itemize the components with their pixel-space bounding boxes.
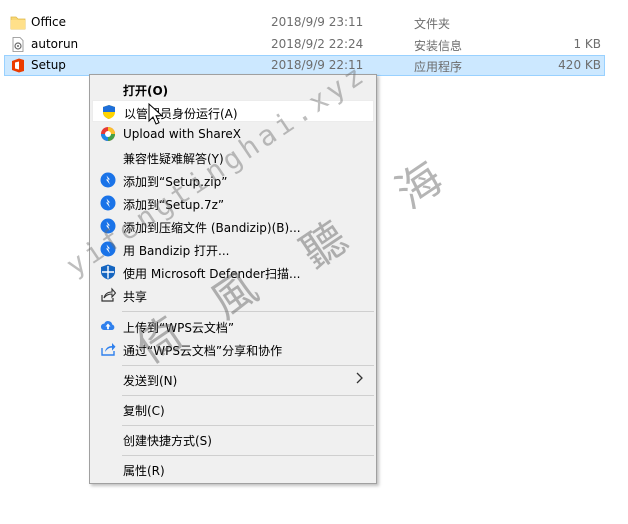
file-name: Setup [31, 58, 66, 72]
menu-item-label: 发送到(N) [123, 374, 178, 388]
menu-item-create-shortcut[interactable]: 创建快捷方式(S) [92, 428, 374, 450]
file-size: 1 KB [573, 37, 601, 51]
file-type: 应用程序 [414, 60, 463, 74]
file-row-office[interactable]: Office 2018/9/9 23:11 文件夹 [4, 12, 605, 33]
menu-item-label: 复制(C) [123, 404, 165, 418]
file-name: Office [31, 15, 67, 29]
share-arrow-icon [101, 343, 116, 356]
menu-item-label: 用 Bandizip 打开... [123, 244, 230, 258]
sharex-icon [101, 127, 115, 141]
menu-item-properties[interactable]: 属性(R) [92, 458, 374, 480]
menu-item-label: 共享 [123, 290, 148, 304]
cloud-upload-icon [100, 321, 115, 330]
menu-item-label: 打开(O) [123, 84, 169, 98]
menu-separator [122, 455, 374, 456]
menu-item-send-to[interactable]: 发送到(N) [92, 368, 374, 390]
file-date: 2018/9/2 22:24 [271, 37, 364, 51]
menu-item-label: Upload with ShareX [123, 127, 241, 141]
uac-shield-icon [103, 105, 115, 119]
file-row-setup[interactable]: Setup 2018/9/9 22:11 应用程序 420 KB [4, 55, 605, 76]
file-type: 安装信息 [414, 39, 463, 53]
settings-file-icon [12, 37, 24, 52]
defender-shield-icon [101, 264, 115, 280]
file-row-autorun[interactable]: autorun 2018/9/2 22:24 安装信息 1 KB [4, 34, 605, 55]
submenu-arrow-icon [356, 372, 363, 384]
office-setup-icon [12, 58, 24, 73]
bandizip-icon [100, 195, 116, 211]
mouse-pointer-icon [148, 103, 164, 125]
bandizip-icon [100, 172, 116, 188]
file-size: 420 KB [558, 58, 601, 72]
menu-item-copy[interactable]: 复制(C) [92, 398, 374, 420]
file-name: autorun [31, 37, 79, 51]
share-icon [101, 287, 116, 302]
menu-item-label: 创建快捷方式(S) [123, 434, 212, 448]
menu-item-label: 以管理员身份运行(A) [124, 107, 238, 121]
menu-separator [122, 395, 374, 396]
file-type: 文件夹 [414, 17, 451, 31]
folder-icon [10, 16, 26, 30]
menu-separator [122, 425, 374, 426]
file-date: 2018/9/9 23:11 [271, 15, 364, 29]
menu-item-label: 属性(R) [123, 464, 165, 478]
watermark-char: 海 [387, 152, 453, 220]
